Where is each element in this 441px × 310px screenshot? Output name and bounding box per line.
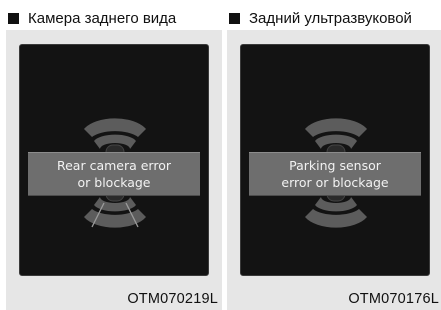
rear-camera-panel: Камера заднего вида Rear camera error or xyxy=(6,0,222,310)
cluster-display: Rear camera error or blockage xyxy=(19,44,209,276)
bullet-square-icon xyxy=(8,13,19,24)
error-message-line2: or blockage xyxy=(77,175,151,190)
front-sensor-arc-outer xyxy=(305,118,367,137)
heading-text: Камера заднего вида xyxy=(28,10,177,27)
figure-frame: Rear camera error or blockage OTM070219L xyxy=(6,30,222,310)
figure-code: OTM070176L xyxy=(348,291,439,307)
bullet-square-icon xyxy=(229,13,240,24)
parking-sensor-panel: Задний ультразвуковой датчик Parking sen… xyxy=(227,0,441,310)
error-message-line2: error or blockage xyxy=(281,175,389,190)
cluster-display: Parking sensor error or blockage xyxy=(240,44,430,276)
error-message-banner: Rear camera error or blockage xyxy=(28,152,200,196)
rear-sensor-arc-outer xyxy=(305,209,367,228)
error-message-line1: Rear camera error xyxy=(56,158,172,173)
front-sensor-arc-outer xyxy=(84,118,146,137)
figure-code: OTM070219L xyxy=(127,291,218,307)
error-message-line1: Parking sensor xyxy=(289,158,381,173)
figure-frame: Parking sensor error or blockage OTM0701… xyxy=(227,30,441,310)
error-message-banner: Parking sensor error or blockage xyxy=(249,152,421,196)
